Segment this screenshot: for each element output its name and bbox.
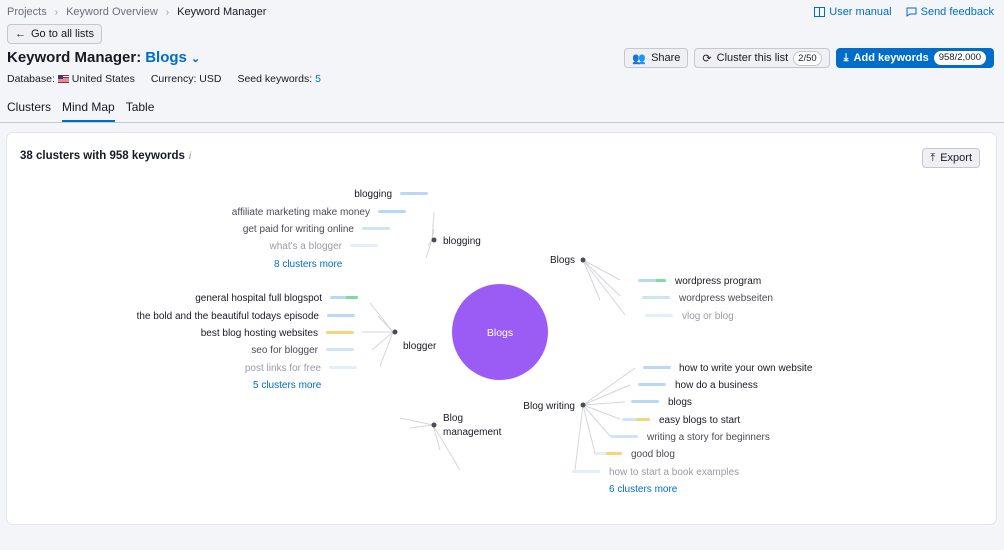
keyword-bar-segment — [606, 452, 622, 455]
clusters-more-link[interactable]: 8 clusters more — [274, 259, 343, 270]
keyword-label[interactable]: get paid for writing online — [243, 224, 355, 235]
clusters-more-link[interactable]: 5 clusters more — [253, 380, 322, 391]
keyword-bar — [329, 366, 357, 369]
mind-map: Blogs blogging blogging affiliate market… — [137, 189, 813, 495]
keyword-label[interactable]: how to start a book examples — [609, 467, 739, 478]
keyword-label[interactable]: writing a story for beginners — [646, 432, 770, 443]
keyword-label[interactable]: blogging — [354, 189, 392, 200]
cluster-node-dot — [580, 257, 586, 263]
center-node-label: Blogs — [487, 327, 513, 339]
keyword-bar-segment — [346, 296, 358, 299]
cluster-node-dot — [392, 329, 398, 335]
keyword-bar — [642, 296, 670, 299]
keyword-label[interactable]: how do a business — [675, 380, 758, 391]
keyword-bar — [631, 400, 659, 403]
keyword-bar — [350, 244, 378, 247]
keyword-bar — [326, 331, 354, 334]
keyword-label[interactable]: seo for blogger — [251, 345, 318, 356]
cluster-label-blogging[interactable]: blogging — [443, 236, 481, 247]
keyword-bar-segment — [636, 418, 650, 421]
keyword-label[interactable]: the bold and the beautiful todays episod… — [137, 311, 320, 322]
cluster-node-dot — [431, 237, 437, 243]
keyword-label[interactable]: general hospital full blogspot — [195, 293, 322, 304]
clusters-more-link[interactable]: 6 clusters more — [609, 484, 678, 495]
keyword-bar — [326, 348, 354, 351]
keyword-label[interactable]: blogs — [668, 397, 692, 408]
keyword-bar — [643, 366, 671, 369]
keyword-label[interactable]: wordpress program — [674, 276, 761, 287]
cluster-label-blogs[interactable]: Blogs — [550, 255, 575, 266]
keyword-bar — [645, 314, 673, 317]
keyword-bar-segment — [656, 279, 666, 282]
keyword-bar — [572, 470, 600, 473]
keyword-label[interactable]: what's a blogger — [268, 241, 342, 252]
keyword-label[interactable]: best blog hosting websites — [201, 328, 318, 339]
cluster-label-blog-management-line1[interactable]: Blog — [443, 413, 463, 424]
keyword-bar — [400, 192, 428, 195]
keyword-label[interactable]: affiliate marketing make money — [232, 207, 370, 218]
keyword-bar — [362, 227, 390, 230]
keyword-label[interactable]: post links for free — [245, 363, 322, 374]
cluster-label-blog-writing[interactable]: Blog writing — [523, 401, 575, 412]
cluster-node-dot — [580, 402, 586, 408]
keyword-label[interactable]: easy blogs to start — [659, 415, 740, 426]
cluster-label-blogger[interactable]: blogger — [403, 341, 437, 352]
keyword-label[interactable]: how to write your own website — [679, 363, 813, 374]
keyword-label[interactable]: wordpress webseiten — [678, 293, 773, 304]
keyword-bar — [378, 210, 406, 213]
keyword-label[interactable]: vlog or blog — [682, 311, 734, 322]
keyword-label[interactable]: good blog — [631, 449, 675, 460]
cluster-node-dot — [431, 422, 437, 428]
cluster-label-blog-management-line2[interactable]: management — [443, 427, 502, 438]
keyword-bar — [610, 435, 638, 438]
keyword-bar — [638, 383, 666, 386]
keyword-bar — [327, 314, 355, 317]
